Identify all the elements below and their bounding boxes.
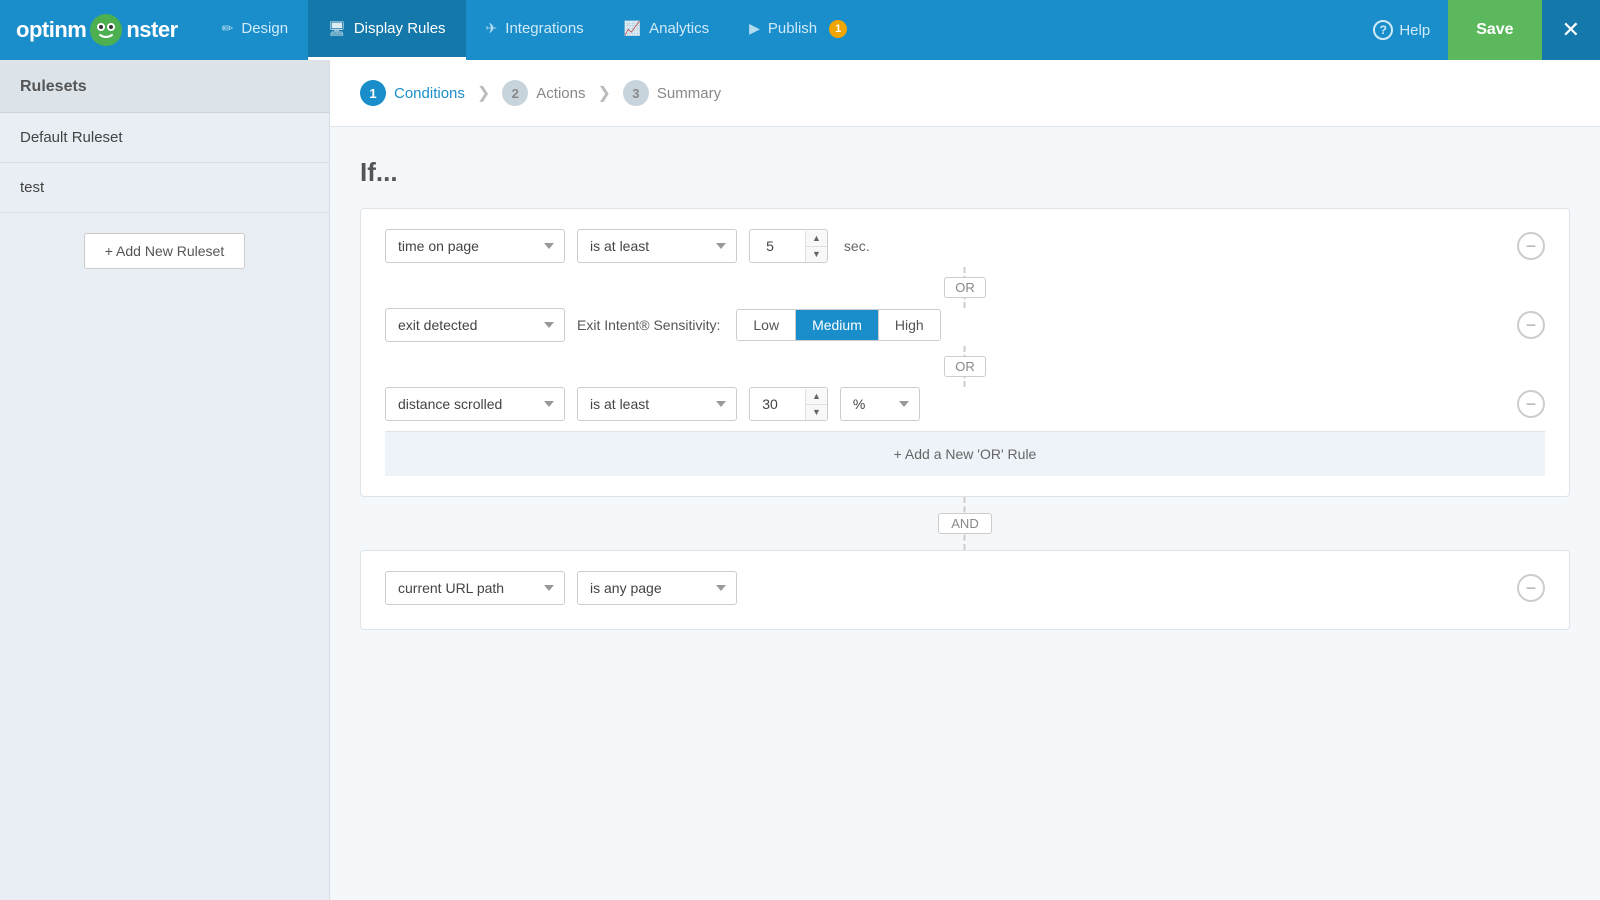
or-divider-2: OR bbox=[385, 346, 1545, 387]
add-ruleset-button[interactable]: + Add New Ruleset bbox=[84, 233, 245, 269]
operator-select-1[interactable]: is at least is less than is exactly bbox=[577, 229, 737, 263]
unit-label-1: sec. bbox=[844, 238, 870, 254]
sensitivity-high[interactable]: High bbox=[879, 310, 940, 340]
sensitivity-low[interactable]: Low bbox=[737, 310, 796, 340]
step-actions[interactable]: 2 Actions bbox=[502, 80, 585, 106]
spinner-down-1[interactable]: ▼ bbox=[806, 247, 827, 262]
if-label: If... bbox=[360, 157, 1570, 188]
step-conditions[interactable]: 1 Conditions bbox=[360, 80, 465, 106]
display-rules-icon: 🖥 bbox=[328, 20, 346, 37]
top-navigation: optinm nster ✏ Design 🖥 Display Rules ✈ … bbox=[0, 0, 1600, 60]
remove-rule-2[interactable]: − bbox=[1517, 311, 1545, 339]
nav-help[interactable]: ? Help bbox=[1355, 20, 1448, 40]
rule-group-1: time on page exit detected distance scro… bbox=[360, 208, 1570, 497]
value-input-wrapper-3: ▲ ▼ bbox=[749, 387, 828, 421]
publish-badge: 1 bbox=[829, 20, 847, 38]
step-2-num: 2 bbox=[502, 80, 528, 106]
logo-monster-icon bbox=[88, 12, 124, 48]
nav-analytics[interactable]: 📈 Analytics bbox=[604, 0, 729, 60]
condition-select-g2-1[interactable]: current URL path time on page exit detec… bbox=[385, 571, 565, 605]
value-input-1[interactable] bbox=[750, 230, 805, 262]
design-icon: ✏ bbox=[222, 20, 234, 37]
remove-rule-3[interactable]: − bbox=[1517, 390, 1545, 418]
sidebar: Rulesets Default Ruleset test + Add New … bbox=[0, 60, 330, 900]
sensitivity-label: Exit Intent® Sensitivity: bbox=[577, 317, 720, 333]
help-circle-icon: ? bbox=[1373, 20, 1393, 40]
nav-display-rules[interactable]: 🖥 Display Rules bbox=[308, 0, 465, 60]
step-2-label: Actions bbox=[536, 85, 585, 102]
operator-select-g2-1[interactable]: is any page is at least contains bbox=[577, 571, 737, 605]
sensitivity-medium[interactable]: Medium bbox=[796, 310, 879, 340]
number-spinners-3: ▲ ▼ bbox=[805, 389, 827, 420]
publish-icon: ▶ bbox=[749, 20, 760, 37]
value-input-3[interactable] bbox=[750, 388, 805, 420]
rule-row-group2-1: current URL path time on page exit detec… bbox=[385, 571, 1545, 605]
close-button[interactable]: ✕ bbox=[1542, 0, 1600, 60]
nav-right: ? Help Save ✕ bbox=[1355, 0, 1600, 60]
step-arrow-2: ❯ bbox=[598, 83, 611, 103]
step-1-label: Conditions bbox=[394, 85, 465, 102]
step-3-num: 3 bbox=[623, 80, 649, 106]
content-area: If... time on page exit detected distanc… bbox=[330, 127, 1600, 670]
unit-select-3[interactable]: % px bbox=[840, 387, 920, 421]
or-badge-1: OR bbox=[944, 277, 986, 298]
condition-select-3[interactable]: distance scrolled time on page exit dete… bbox=[385, 387, 565, 421]
spinner-up-3[interactable]: ▲ bbox=[806, 389, 827, 405]
and-divider: AND bbox=[360, 497, 1570, 550]
sensitivity-buttons: Low Medium High bbox=[736, 309, 940, 341]
analytics-icon: 📈 bbox=[624, 20, 641, 37]
nav-publish[interactable]: ▶ Publish 1 bbox=[729, 0, 867, 60]
sidebar-item-default-ruleset[interactable]: Default Ruleset bbox=[0, 113, 329, 163]
step-1-num: 1 bbox=[360, 80, 386, 106]
nav-design[interactable]: ✏ Design bbox=[202, 0, 308, 60]
value-input-wrapper-1: ▲ ▼ bbox=[749, 229, 828, 263]
logo: optinm nster bbox=[16, 12, 178, 48]
steps-bar: 1 Conditions ❯ 2 Actions ❯ 3 Summary bbox=[330, 60, 1600, 127]
sidebar-header: Rulesets bbox=[0, 60, 329, 113]
condition-select-1[interactable]: time on page exit detected distance scro… bbox=[385, 229, 565, 263]
and-badge: AND bbox=[938, 513, 991, 534]
rule-row-1: time on page exit detected distance scro… bbox=[385, 229, 1545, 263]
operator-select-3[interactable]: is at least is less than is exactly bbox=[577, 387, 737, 421]
or-badge-2: OR bbox=[944, 356, 986, 377]
add-or-rule-button[interactable]: + Add a New 'OR' Rule bbox=[385, 431, 1545, 476]
rule-row-3: distance scrolled time on page exit dete… bbox=[385, 387, 1545, 421]
rule-group-2: current URL path time on page exit detec… bbox=[360, 550, 1570, 630]
sidebar-item-test[interactable]: test bbox=[0, 163, 329, 213]
main-layout: Rulesets Default Ruleset test + Add New … bbox=[0, 60, 1600, 900]
integrations-icon: ✈ bbox=[486, 20, 498, 37]
step-arrow-1: ❯ bbox=[477, 83, 490, 103]
nav-integrations[interactable]: ✈ Integrations bbox=[466, 0, 604, 60]
spinner-down-3[interactable]: ▼ bbox=[806, 405, 827, 420]
step-summary[interactable]: 3 Summary bbox=[623, 80, 721, 106]
step-3-label: Summary bbox=[657, 85, 721, 102]
remove-rule-1[interactable]: − bbox=[1517, 232, 1545, 260]
rule-row-2: exit detected time on page distance scro… bbox=[385, 308, 1545, 342]
or-divider-1: OR bbox=[385, 267, 1545, 308]
spinner-up-1[interactable]: ▲ bbox=[806, 231, 827, 247]
remove-rule-g2-1[interactable]: − bbox=[1517, 574, 1545, 602]
save-button[interactable]: Save bbox=[1448, 0, 1541, 60]
number-spinners-1: ▲ ▼ bbox=[805, 231, 827, 262]
main-content: 1 Conditions ❯ 2 Actions ❯ 3 Summary If.… bbox=[330, 60, 1600, 900]
close-icon: ✕ bbox=[1562, 17, 1580, 42]
nav-items: ✏ Design 🖥 Display Rules ✈ Integrations … bbox=[202, 0, 1356, 60]
condition-select-2[interactable]: exit detected time on page distance scro… bbox=[385, 308, 565, 342]
